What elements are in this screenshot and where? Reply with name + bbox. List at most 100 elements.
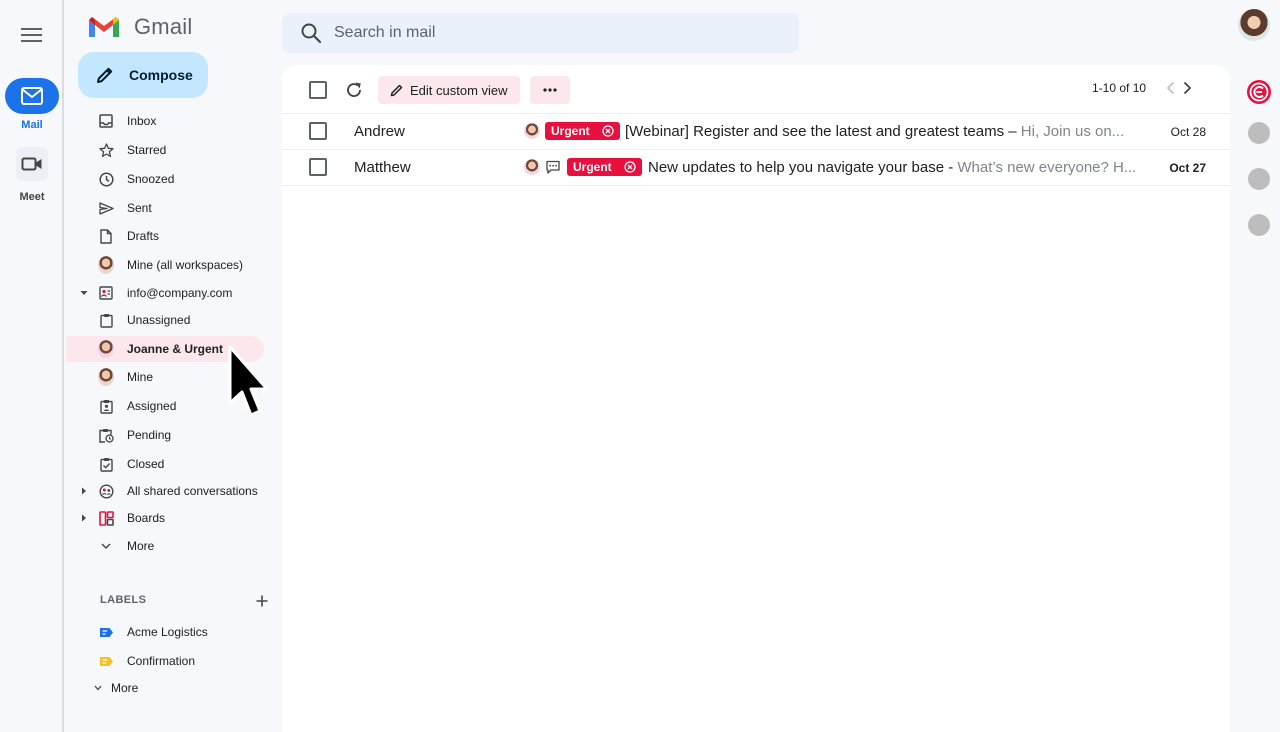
sidebar-item-assigned[interactable]: Assigned	[66, 393, 264, 419]
chevron-left-icon[interactable]	[1164, 80, 1178, 96]
sidebar-item-label: Closed	[127, 457, 165, 471]
addon-logo-icon[interactable]	[1246, 79, 1272, 105]
compose-label: Compose	[129, 67, 193, 83]
sidebar-item-mine-all-workspaces[interactable]: Mine (all workspaces)	[66, 252, 264, 278]
sidebar-item-label: All shared conversations	[127, 484, 258, 498]
sidebar-item-drafts[interactable]: Drafts	[66, 223, 264, 249]
urgent-tag[interactable]: Urgent	[545, 122, 620, 140]
caret-right-icon[interactable]	[79, 486, 89, 496]
select-all-checkbox[interactable]	[309, 81, 327, 99]
subject-separator: –	[1004, 123, 1021, 140]
sidebar-item-sent[interactable]: Sent	[66, 195, 264, 221]
inbox-icon	[98, 113, 114, 129]
caret-right-icon[interactable]	[79, 513, 89, 523]
email-sender: Matthew	[354, 159, 411, 176]
video-camera-icon	[16, 147, 48, 181]
email-subject-line: New updates to help you navigate your ba…	[648, 159, 1146, 176]
clipboard-icon	[98, 312, 114, 328]
tag-label: Urgent	[573, 160, 612, 174]
side-panel-app-icon[interactable]	[1248, 122, 1270, 144]
search-icon[interactable]	[300, 22, 322, 44]
sidebar-item-shared-inbox[interactable]: info@company.com	[66, 280, 264, 306]
sidebar-item-label: info@company.com	[127, 286, 233, 300]
compose-button[interactable]: Compose	[78, 52, 208, 98]
sidebar-item-snoozed[interactable]: Snoozed	[66, 166, 264, 192]
email-subject: New updates to help you navigate your ba…	[648, 159, 945, 176]
search-input[interactable]	[334, 24, 774, 42]
label-item-confirmation[interactable]: Confirmation	[66, 648, 264, 674]
subject-separator: -	[944, 159, 958, 176]
sidebar-item-label: Starred	[127, 143, 167, 157]
edit-custom-view-label: Edit custom view	[410, 82, 508, 98]
more-options-button[interactable]	[530, 76, 570, 104]
email-checkbox[interactable]	[309, 158, 327, 176]
sidebar-item-pending[interactable]: Pending	[66, 422, 264, 448]
email-date: Oct 28	[1170, 125, 1206, 139]
caret-down-icon[interactable]	[79, 288, 89, 298]
label-item-acme-logistics[interactable]: Acme Logistics	[66, 619, 264, 645]
side-panel-app-icon[interactable]	[1248, 214, 1270, 236]
sidebar-item-boards[interactable]: Boards	[66, 505, 264, 531]
sidebar-item-inbox[interactable]: Inbox	[66, 108, 264, 134]
pencil-icon	[390, 84, 403, 97]
rail-meet-button[interactable]: Meet	[0, 147, 64, 203]
email-snippet: Hi, Join us on...	[1020, 123, 1125, 140]
label-item-text: Acme Logistics	[127, 625, 208, 639]
shared-conversations-icon	[98, 483, 114, 499]
add-label-icon[interactable]	[255, 594, 269, 608]
sidebar-item-label: Sent	[127, 201, 152, 215]
edit-custom-view-button[interactable]: Edit custom view	[378, 76, 520, 104]
boards-icon	[98, 510, 114, 526]
sidebar-item-starred[interactable]: Starred	[66, 137, 264, 163]
labels-more[interactable]: More	[66, 675, 264, 701]
urgent-tag[interactable]: Urgent	[567, 158, 642, 176]
pending-clipboard-icon	[98, 427, 114, 443]
email-checkbox[interactable]	[309, 122, 327, 140]
side-panel-app-icon[interactable]	[1248, 168, 1270, 190]
star-icon	[98, 142, 114, 158]
sidebar-item-label: Pending	[127, 428, 172, 442]
remove-tag-icon[interactable]	[624, 161, 636, 173]
email-sender: Andrew	[354, 123, 405, 140]
pagination-count: 1-10 of 10	[1092, 81, 1147, 95]
sidebar-item-label: Inbox	[127, 114, 157, 128]
assigned-clipboard-icon	[98, 398, 114, 414]
assignee-avatar	[524, 159, 540, 175]
labels-more-label: More	[111, 681, 139, 695]
toolbar: Edit custom view 1-10 of 10	[282, 65, 1230, 114]
email-subject: [Webinar] Register and see the latest an…	[625, 123, 1005, 140]
sidebar: Gmail Compose Inbox Starred Snoozed Sent…	[66, 0, 282, 732]
rail-meet-label: Meet	[19, 191, 45, 203]
sidebar-item-more[interactable]: More	[66, 533, 264, 559]
gmail-m-icon	[89, 17, 119, 37]
account-avatar[interactable]	[1238, 9, 1270, 41]
main-menu-icon[interactable]	[19, 24, 45, 46]
user-avatar-icon	[98, 368, 114, 386]
sidebar-item-label: Mine	[127, 370, 154, 384]
sidebar-item-label: Joanne & Urgent	[127, 342, 224, 356]
sidebar-item-label: Mine (all workspaces)	[127, 258, 244, 272]
sidebar-item-closed[interactable]: Closed	[66, 451, 264, 477]
email-row[interactable]: Matthew Urgent New updates to help you n…	[282, 150, 1230, 186]
app-rail: Mail Meet	[0, 0, 64, 732]
sidebar-item-joanne-urgent[interactable]: Joanne & Urgent	[66, 336, 264, 362]
email-date: Oct 27	[1169, 161, 1206, 175]
rail-mail-label: Mail	[21, 119, 43, 131]
shared-inbox-icon	[98, 285, 114, 301]
sidebar-item-label: Snoozed	[127, 172, 175, 186]
sidebar-item-mine[interactable]: Mine	[66, 364, 264, 390]
sidebar-item-unassigned[interactable]: Unassigned	[66, 307, 264, 333]
chevron-right-icon[interactable]	[1180, 80, 1194, 96]
chevron-down-icon	[90, 680, 106, 696]
gmail-logo[interactable]: Gmail	[87, 14, 192, 40]
sidebar-item-all-shared-conversations[interactable]: All shared conversations	[66, 478, 264, 504]
assignee-avatar	[524, 123, 540, 139]
tag-label: Urgent	[551, 124, 590, 138]
label-tag-icon	[98, 624, 114, 640]
sidebar-item-label: Boards	[127, 511, 166, 525]
email-row[interactable]: Andrew Urgent [Webinar] Register and see…	[282, 114, 1230, 150]
rail-mail-button[interactable]: Mail	[0, 78, 64, 131]
remove-tag-icon[interactable]	[602, 125, 614, 137]
refresh-icon[interactable]	[344, 80, 364, 100]
mail-list-panel: Edit custom view 1-10 of 10 Andrew Urgen…	[282, 65, 1230, 732]
